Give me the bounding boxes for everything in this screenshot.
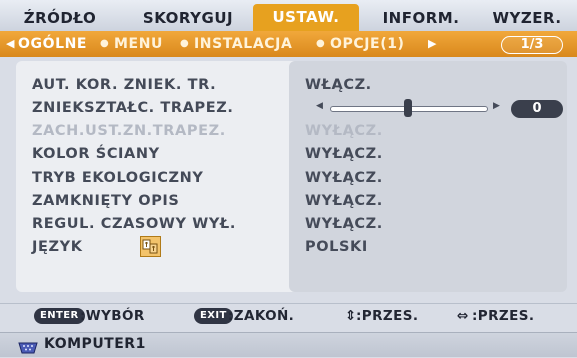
setting-label[interactable]: REGUL. CZASOWY WYŁ. [32,216,236,232]
setting-label-disabled: ZACH.UST.ZN.TRAPEZ. [32,123,226,139]
dot-separator: ● [180,38,190,49]
hint-text: :PRZES. [356,308,419,324]
setting-label[interactable]: KOLOR ŚCIANY [32,146,160,162]
subtab-menu[interactable]: MENU [114,35,163,53]
up-down-icon: ⇕ [345,308,357,324]
setting-value[interactable]: WŁĄCZ. [305,77,372,93]
setting-label[interactable]: ZAMKNIĘTY OPIS [32,193,179,209]
setting-value[interactable]: POLSKI [305,239,368,255]
hint-text: :PRZES. [472,308,535,324]
left-arrow-icon[interactable]: ◀ [6,35,14,53]
setting-label[interactable]: ZNIEKSZTAŁC. TRAPEZ. [32,100,233,116]
page-indicator: 1/3 [501,36,563,54]
setting-label[interactable]: JĘZYK [32,239,83,255]
setting-label[interactable]: AUT. KOR. ZNIEK. TR. [32,77,216,93]
setting-value[interactable]: WYŁĄCZ. [305,193,383,209]
slider-thumb[interactable] [404,99,412,117]
setting-value[interactable]: WYŁĄCZ. [305,170,383,186]
input-source-label: KOMPUTER1 [44,336,146,352]
left-right-icon: ⇔ [457,308,469,324]
subtab-ogolne[interactable]: OGÓLNE [18,35,87,53]
language-icon [140,236,161,257]
enter-key-icon: ENTER [34,308,85,324]
exit-key-icon: EXIT [194,308,233,324]
tab-wyzer[interactable]: WYZER. [482,6,572,31]
increase-arrow-icon[interactable]: ▶ [493,101,500,111]
computer-input-icon [18,339,38,354]
hint-text: :WYBÓR [80,308,145,324]
setting-value-disabled: WYŁĄCZ. [305,123,383,139]
sub-tab-bar: ◀ OGÓLNE ● MENU ● INSTALACJA ● OPCJE(1) … [0,31,577,57]
divider [0,303,577,304]
status-footer: KOMPUTER1 [0,332,577,357]
hint-text: :ZAKOŃ. [228,308,295,324]
keystone-slider[interactable]: ◀ ▶ 0 [316,99,563,119]
setting-value[interactable]: WYŁĄCZ. [305,146,383,162]
subtab-opcje[interactable]: OPCJE(1) [330,35,405,53]
dot-separator: ● [100,38,110,49]
decrease-arrow-icon[interactable]: ◀ [316,101,323,111]
main-tab-bar: ŹRÓDŁO SKORYGUJ USTAW. INFORM. WYZER. [0,0,577,32]
tab-ustaw[interactable]: USTAW. [253,4,359,31]
setting-label[interactable]: TRYB EKOLOGICZNY [32,170,203,186]
setting-value[interactable]: WYŁĄCZ. [305,216,383,232]
tab-inform[interactable]: INFORM. [371,6,471,31]
right-arrow-icon[interactable]: ▶ [428,35,436,53]
hint-bar: ENTER :WYBÓR EXIT :ZAKOŃ. ⇕ :PRZES. ⇔ :P… [16,306,565,328]
subtab-instalacja[interactable]: INSTALACJA [194,35,292,53]
tab-skoryguj[interactable]: SKORYGUJ [131,6,245,31]
tab-zrodlo[interactable]: ŹRÓDŁO [20,6,100,31]
slider-value: 0 [511,100,563,118]
dot-separator: ● [316,38,326,49]
